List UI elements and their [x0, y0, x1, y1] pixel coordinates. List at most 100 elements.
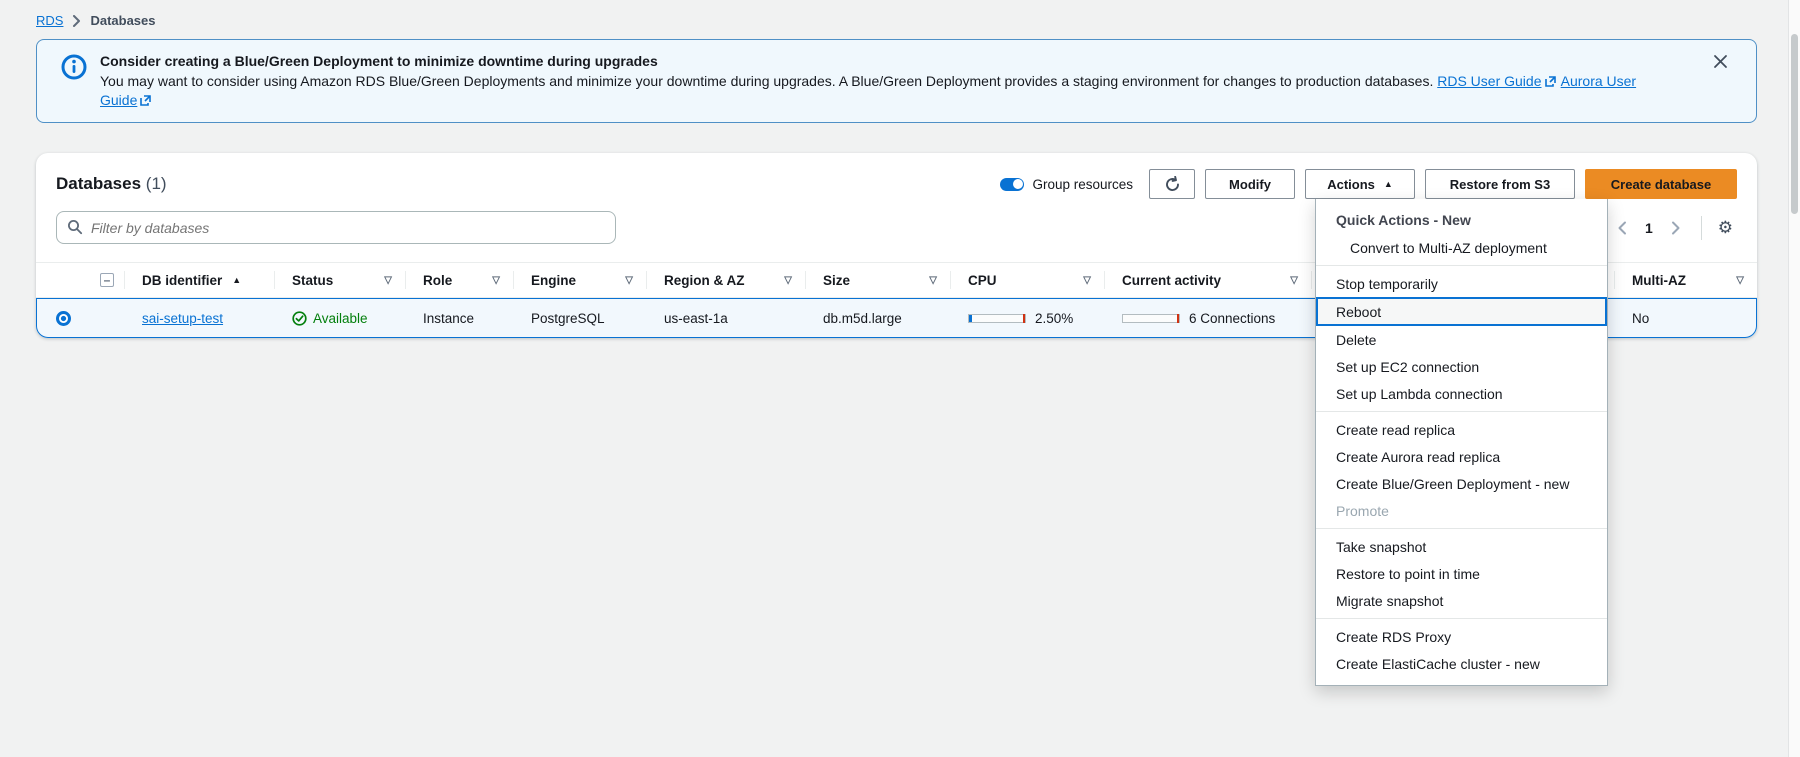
- chevron-right-icon: [1671, 221, 1681, 235]
- banner-body: You may want to consider using Amazon RD…: [100, 72, 1660, 110]
- cpu-value: 2.50%: [1035, 311, 1073, 326]
- menu-item-delete[interactable]: Delete: [1316, 326, 1607, 353]
- cpu-cell: 2.50%: [950, 311, 1104, 326]
- group-resources-toggle[interactable]: Group resources: [1000, 177, 1133, 192]
- previous-page-button[interactable]: [1609, 217, 1635, 239]
- column-label: Region & AZ: [664, 273, 745, 288]
- column-label: Status: [292, 273, 333, 288]
- panel-title-text: Databases: [56, 174, 141, 193]
- db-identifier-link[interactable]: sai-setup-test: [142, 311, 223, 326]
- menu-item-convert-multi-az[interactable]: Convert to Multi-AZ deployment: [1316, 234, 1607, 261]
- external-link-icon: [1545, 76, 1556, 87]
- group-resources-label: Group resources: [1032, 177, 1133, 192]
- role-cell: Instance: [405, 311, 513, 326]
- menu-item-create-blue-green-deployment[interactable]: Create Blue/Green Deployment - new: [1316, 470, 1607, 497]
- scrollbar-thumb[interactable]: [1791, 34, 1798, 214]
- chevron-left-icon: [1617, 221, 1627, 235]
- filter-icon[interactable]: ▽: [492, 275, 500, 286]
- column-header-region-az[interactable]: Region & AZ ▽: [646, 263, 805, 297]
- banner-body-text: You may want to consider using Amazon RD…: [100, 73, 1433, 89]
- info-icon: [61, 52, 87, 110]
- breadcrumb-rds-link[interactable]: RDS: [36, 13, 63, 28]
- refresh-icon: [1164, 176, 1181, 193]
- pagination: 1 ⚙: [1609, 216, 1737, 240]
- column-label: Engine: [531, 273, 576, 288]
- actions-button[interactable]: Actions ▲: [1305, 169, 1415, 199]
- engine-cell: PostgreSQL: [513, 311, 646, 326]
- column-header-current-activity[interactable]: Current activity ▽: [1104, 263, 1311, 297]
- panel-count: (1): [146, 174, 167, 193]
- db-identifier-cell: sai-setup-test: [124, 311, 274, 326]
- menu-item-promote: Promote: [1316, 497, 1607, 524]
- radio-selected-icon[interactable]: [56, 311, 71, 326]
- column-header-engine[interactable]: Engine ▽: [513, 263, 646, 297]
- menu-item-migrate-snapshot[interactable]: Migrate snapshot: [1316, 587, 1607, 614]
- current-page-number[interactable]: 1: [1639, 220, 1659, 236]
- filter-icon[interactable]: ▽: [929, 275, 937, 286]
- menu-item-setup-lambda-connection[interactable]: Set up Lambda connection: [1316, 380, 1607, 407]
- filter-icon[interactable]: ▽: [1736, 275, 1744, 286]
- create-database-button[interactable]: Create database: [1585, 169, 1737, 199]
- modify-button[interactable]: Modify: [1205, 169, 1295, 199]
- restore-from-s3-button[interactable]: Restore from S3: [1425, 169, 1575, 199]
- rds-user-guide-link[interactable]: RDS User Guide: [1437, 73, 1541, 89]
- filter-icon[interactable]: ▽: [784, 275, 792, 286]
- menu-item-create-elasticache-cluster[interactable]: Create ElastiCache cluster - new: [1316, 650, 1607, 677]
- filter-icon[interactable]: ▽: [1083, 275, 1091, 286]
- column-label: Role: [423, 273, 452, 288]
- divider: [1316, 528, 1607, 529]
- toggle-on-icon: [1000, 178, 1024, 191]
- menu-item-create-aurora-read-replica[interactable]: Create Aurora read replica: [1316, 443, 1607, 470]
- column-header-status[interactable]: Status ▽: [274, 263, 405, 297]
- next-page-button[interactable]: [1663, 217, 1689, 239]
- menu-item-restore-to-point-in-time[interactable]: Restore to point in time: [1316, 560, 1607, 587]
- divider: [1701, 216, 1702, 240]
- menu-item-create-rds-proxy[interactable]: Create RDS Proxy: [1316, 623, 1607, 650]
- filter-icon[interactable]: ▽: [1290, 275, 1298, 286]
- scrollbar-track: [1788, 0, 1800, 757]
- divider: [1316, 411, 1607, 412]
- preferences-button[interactable]: ⚙: [1714, 217, 1737, 238]
- multi-az-cell: No: [1614, 311, 1757, 326]
- chevron-right-icon: [72, 15, 81, 27]
- panel-header: Databases (1) Group resources Modify Act…: [36, 153, 1757, 199]
- panel-title: Databases (1): [56, 174, 167, 194]
- select-all-checkbox[interactable]: –: [100, 273, 114, 287]
- menu-item-setup-ec2-connection[interactable]: Set up EC2 connection: [1316, 353, 1607, 380]
- size-cell: db.m5d.large: [805, 311, 950, 326]
- menu-item-take-snapshot[interactable]: Take snapshot: [1316, 533, 1607, 560]
- gear-icon: ⚙: [1718, 218, 1733, 237]
- column-header-role[interactable]: Role ▽: [405, 263, 513, 297]
- column-label: Current activity: [1122, 273, 1221, 288]
- banner-title: Consider creating a Blue/Green Deploymen…: [100, 52, 1660, 71]
- menu-group-header: Quick Actions - New: [1316, 205, 1607, 234]
- row-select-cell: [36, 311, 124, 326]
- divider: [1316, 618, 1607, 619]
- breadcrumb: RDS Databases: [0, 0, 1800, 39]
- filter-box: [56, 211, 616, 244]
- filter-icon[interactable]: ▽: [384, 275, 392, 286]
- actions-button-label: Actions: [1327, 177, 1375, 192]
- search-icon: [67, 219, 83, 235]
- banner-close-button[interactable]: [1711, 52, 1730, 71]
- activity-meter-bar: [1122, 314, 1180, 323]
- column-label: Multi-AZ: [1632, 273, 1686, 288]
- activity-value: 6 Connections: [1189, 311, 1275, 326]
- caret-up-icon: ▲: [1384, 180, 1393, 189]
- status-cell: Available: [274, 311, 405, 326]
- column-header-cpu[interactable]: CPU ▽: [950, 263, 1104, 297]
- filter-icon[interactable]: ▽: [625, 275, 633, 286]
- external-link-icon: [140, 95, 151, 106]
- filter-databases-input[interactable]: [56, 211, 616, 244]
- refresh-button[interactable]: [1149, 169, 1195, 199]
- menu-item-reboot[interactable]: Reboot: [1316, 297, 1607, 326]
- column-header-size[interactable]: Size ▽: [805, 263, 950, 297]
- breadcrumb-current: Databases: [90, 13, 155, 28]
- region-az-cell: us-east-1a: [646, 311, 805, 326]
- menu-item-stop-temporarily[interactable]: Stop temporarily: [1316, 270, 1607, 297]
- column-header-db-identifier[interactable]: DB identifier ▲: [124, 263, 274, 297]
- close-icon: [1713, 54, 1728, 69]
- column-header-multi-az[interactable]: Multi-AZ ▽: [1614, 263, 1757, 297]
- menu-item-create-read-replica[interactable]: Create read replica: [1316, 416, 1607, 443]
- check-circle-icon: [292, 311, 307, 326]
